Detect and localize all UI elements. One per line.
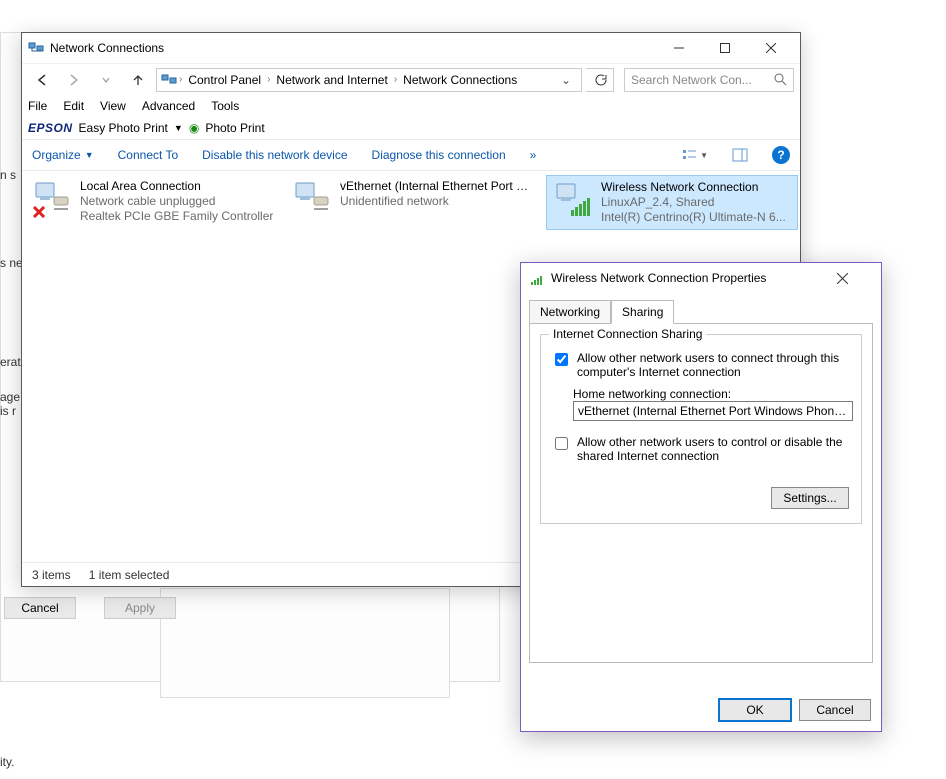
network-connections-icon (28, 40, 44, 56)
home-connection-select[interactable]: vEthernet (Internal Ethernet Port Window… (573, 401, 853, 421)
titlebar: Network Connections (22, 33, 800, 63)
address-dropdown[interactable]: ⌄ (555, 73, 577, 87)
menu-advanced[interactable]: Advanced (142, 99, 195, 113)
chevron-down-icon: ▼ (85, 150, 94, 160)
address-bar[interactable]: › Control Panel › Network and Internet ›… (156, 68, 582, 92)
allow-connect-checkbox[interactable]: Allow other network users to connect thr… (551, 351, 851, 379)
epson-brand: EPSON (28, 121, 73, 135)
connect-to-button[interactable]: Connect To (118, 148, 179, 162)
dialog-titlebar: Wireless Network Connection Properties (521, 263, 881, 293)
allow-connect-label: Allow other network users to connect thr… (577, 351, 851, 379)
connection-status: Unidentified network (340, 194, 538, 209)
dialog-title: Wireless Network Connection Properties (551, 271, 837, 285)
breadcrumb[interactable]: Control Panel (184, 73, 265, 87)
tab-networking[interactable]: Networking (529, 300, 611, 324)
allow-connect-checkbox-input[interactable] (555, 353, 568, 366)
bg-text: erati (0, 355, 23, 369)
bg-text: ity. (0, 755, 14, 769)
allow-control-checkbox[interactable]: Allow other network users to control or … (551, 435, 851, 463)
breadcrumb[interactable]: Network Connections (399, 73, 521, 87)
diagnose-connection-button[interactable]: Diagnose this connection (372, 148, 506, 162)
status-item-count: 3 items (32, 568, 71, 582)
bg-apply-button[interactable]: Apply (104, 597, 176, 619)
disable-device-button[interactable]: Disable this network device (202, 148, 347, 162)
connection-item-wireless[interactable]: Wireless Network Connection LinuxAP_2.4,… (546, 175, 798, 230)
ok-button[interactable]: OK (719, 699, 791, 721)
window-title: Network Connections (50, 41, 656, 55)
bg-text: is r (0, 404, 16, 418)
help-button[interactable]: ? (772, 146, 790, 164)
ethernet-unplugged-icon (32, 179, 72, 219)
ics-groupbox: Internet Connection Sharing Allow other … (540, 334, 862, 524)
chevron-right-icon: › (267, 74, 270, 85)
preview-pane-button[interactable] (732, 148, 748, 162)
epson-easy-photo-print[interactable]: Easy Photo Print (79, 121, 168, 135)
bg-text: age (0, 390, 20, 404)
allow-control-label: Allow other network users to control or … (577, 435, 851, 463)
bg-cancel-button[interactable]: Cancel (4, 597, 76, 619)
home-connection-label: Home networking connection: (573, 387, 851, 401)
ics-group-label: Internet Connection Sharing (549, 327, 706, 341)
breadcrumb[interactable]: Network and Internet (272, 73, 391, 87)
connection-status: LinuxAP_2.4, Shared (601, 195, 786, 210)
epson-photo-print[interactable]: Photo Print (205, 121, 264, 135)
connection-item-vethernet[interactable]: vEthernet (Internal Ethernet Port Window… (286, 175, 538, 223)
cancel-button[interactable]: Cancel (799, 699, 871, 721)
epson-photoprint-icon: ◉ (189, 121, 199, 135)
forward-button[interactable] (60, 68, 88, 92)
epson-toolbar: EPSON Easy Photo Print ▼ ◉ Photo Print (22, 117, 800, 139)
connection-name: Wireless Network Connection (601, 180, 786, 195)
background-dialog-buttons: Cancel Apply (0, 593, 180, 643)
address-icon (161, 72, 177, 88)
connection-item-local-area[interactable]: Local Area Connection Network cable unpl… (26, 175, 278, 228)
wireless-properties-icon (529, 270, 545, 286)
menu-view[interactable]: View (100, 99, 126, 113)
navigation-bar: › Control Panel › Network and Internet ›… (22, 63, 800, 95)
dialog-buttons: OK Cancel (719, 699, 871, 721)
organize-button[interactable]: Organize ▼ (32, 148, 94, 162)
maximize-button[interactable] (702, 33, 748, 63)
chevron-right-icon: › (179, 74, 182, 85)
connection-status: Network cable unplugged (80, 194, 273, 209)
bg-text: n s (0, 168, 16, 182)
menu-edit[interactable]: Edit (63, 99, 84, 113)
search-icon (774, 73, 787, 86)
ethernet-icon (292, 179, 332, 219)
search-placeholder: Search Network Con... (631, 73, 752, 87)
wireless-icon (553, 180, 593, 220)
chevron-down-icon[interactable]: ▼ (174, 123, 183, 133)
back-button[interactable] (28, 68, 56, 92)
sharing-tab-content: Internet Connection Sharing Allow other … (529, 323, 873, 663)
status-selected-count: 1 item selected (89, 568, 170, 582)
connection-name: Local Area Connection (80, 179, 273, 194)
chevron-right-icon: › (394, 74, 397, 85)
menu-file[interactable]: File (28, 99, 47, 113)
tab-sharing[interactable]: Sharing (611, 300, 674, 324)
organize-label: Organize (32, 148, 81, 162)
connection-adapter: Realtek PCIe GBE Family Controller (80, 209, 273, 224)
close-button[interactable] (748, 33, 794, 63)
overflow-button[interactable]: » (530, 148, 537, 162)
menu-tools[interactable]: Tools (211, 99, 239, 113)
recent-dropdown[interactable] (92, 68, 120, 92)
refresh-button[interactable] (586, 68, 614, 92)
close-button[interactable] (837, 273, 873, 284)
command-bar: Organize ▼ Connect To Disable this netwo… (22, 139, 800, 171)
dialog-tabs: Networking Sharing (521, 293, 881, 323)
bg-text: s ne (0, 256, 23, 270)
wireless-properties-dialog: Wireless Network Connection Properties N… (520, 262, 882, 732)
connection-name: vEthernet (Internal Ethernet Port Window… (340, 179, 538, 194)
allow-control-checkbox-input[interactable] (555, 437, 568, 450)
settings-button[interactable]: Settings... (771, 487, 849, 509)
connection-adapter: Intel(R) Centrino(R) Ultimate-N 6... (601, 210, 786, 225)
up-button[interactable] (124, 68, 152, 92)
view-options-button[interactable]: ▼ (682, 148, 708, 162)
search-input[interactable]: Search Network Con... (624, 68, 794, 92)
menu-bar: File Edit View Advanced Tools (22, 95, 800, 117)
chevron-down-icon: ▼ (700, 151, 708, 160)
minimize-button[interactable] (656, 33, 702, 63)
background-panel-2 (160, 588, 450, 698)
